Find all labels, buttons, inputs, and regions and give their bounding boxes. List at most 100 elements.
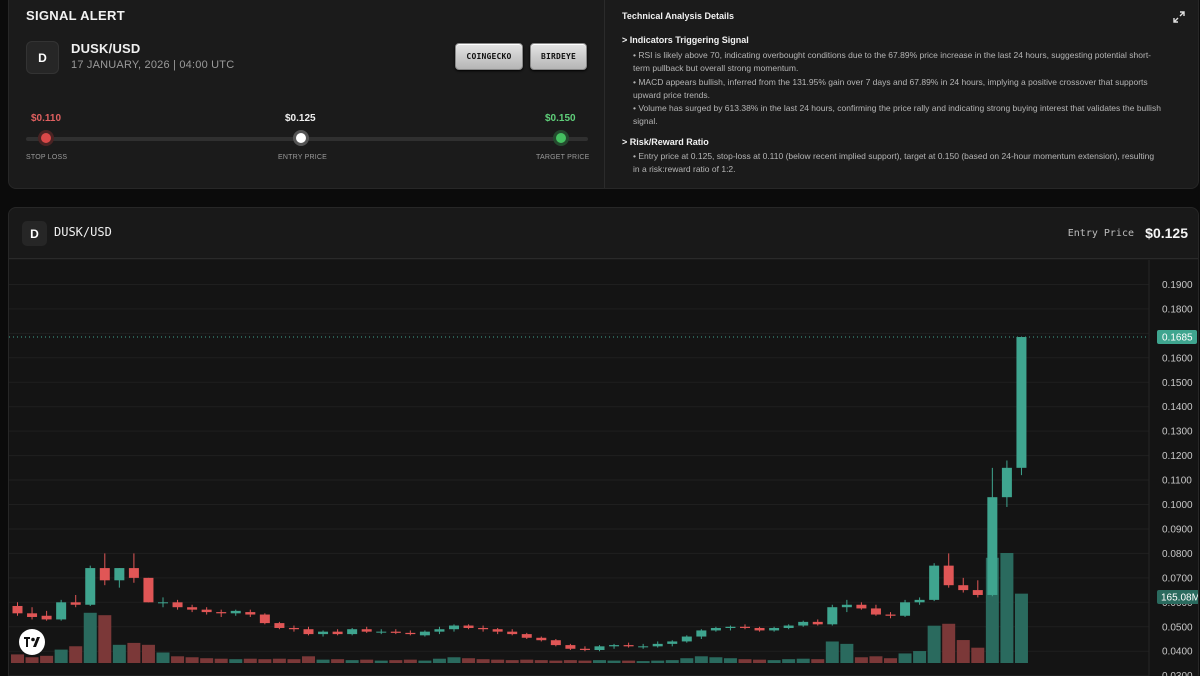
stop-loss-marker (38, 130, 54, 146)
analysis-bullet: • MACD appears bullish, inferred from th… (633, 77, 1148, 100)
volume-bar (913, 651, 927, 663)
volume-bar (98, 615, 112, 663)
y-tick-label: 0.0900 (1162, 524, 1193, 535)
entry-price-label: ENTRY PRICE (278, 154, 328, 161)
candle-body (579, 648, 590, 650)
candle-body (449, 625, 459, 630)
volume-bar (432, 658, 446, 663)
y-tick-label: 0.0500 (1162, 622, 1193, 633)
candle-body (99, 568, 110, 581)
volume-bar (25, 657, 39, 663)
candle-body (478, 627, 489, 630)
volume-bar (127, 642, 141, 663)
volume-bar (112, 644, 126, 663)
volume-bar (680, 658, 694, 663)
candle-body (70, 602, 81, 605)
token-avatar: D (26, 41, 59, 74)
candle-body (769, 627, 780, 631)
y-tick-label: 0.0300 (1162, 671, 1193, 676)
candle-body (216, 612, 227, 614)
analysis-title: Technical Analysis Details (622, 11, 735, 21)
volume-bar (825, 641, 839, 663)
volume-bar (927, 625, 941, 663)
volume-bar (316, 659, 330, 663)
token-pair: DUSK/USD (71, 41, 141, 56)
expand-icon[interactable] (1173, 11, 1185, 23)
volume-bar (738, 659, 752, 663)
candle-body (958, 585, 969, 591)
candle-body (667, 641, 678, 644)
candle-body (609, 645, 620, 647)
price-chart[interactable]: 0.03000.04000.05000.06000.07000.08000.09… (9, 260, 1199, 676)
volume-bar (229, 659, 243, 663)
analysis-bullet: • Volume has surged by 613.38% in the la… (633, 103, 1161, 126)
y-tick-label: 0.0800 (1162, 549, 1193, 560)
candle-body (536, 637, 547, 641)
volume-bar (287, 659, 301, 663)
candle-body (274, 623, 285, 628)
volume-bar (651, 660, 665, 663)
y-tick-label: 0.1600 (1162, 353, 1193, 364)
volume-bar (1000, 553, 1014, 663)
chart-header: D DUSK/USD Entry Price $0.125 (9, 208, 1198, 259)
y-tick-label: 0.1500 (1162, 378, 1193, 389)
signal-summary: SIGNAL ALERT D DUSK/USD 17 JANUARY, 2026… (9, 0, 604, 188)
candle-body (594, 646, 605, 650)
candle-body (332, 631, 343, 635)
y-tick-label: 0.1200 (1162, 451, 1193, 462)
indicators-heading: > Indicators Triggering Signal (622, 35, 749, 45)
volume-bar (374, 660, 388, 663)
volume-bar (520, 659, 534, 663)
y-tick-label: 0.1100 (1162, 476, 1192, 487)
candle-body (550, 640, 561, 646)
candle-body (972, 590, 983, 595)
candle-body (914, 599, 925, 603)
candle-body (798, 621, 809, 626)
volume-bar (418, 660, 432, 663)
volume-bar (200, 658, 214, 663)
technical-analysis: Technical Analysis Details > Indicators … (604, 0, 1198, 188)
candle-body (405, 632, 416, 635)
candle-body (347, 629, 358, 635)
candle-body (27, 613, 38, 617)
candle-body (521, 634, 532, 638)
candlestick-chart[interactable]: 0.03000.04000.05000.06000.07000.08000.09… (9, 260, 1199, 676)
volume-bar (782, 659, 796, 663)
volume-bar (811, 659, 825, 663)
candle-body (623, 645, 634, 647)
volume-bar (389, 660, 403, 663)
candle-body (812, 621, 823, 625)
volume-bar (636, 661, 650, 663)
candle-body (943, 565, 954, 586)
candle-body (12, 605, 23, 614)
coingecko-button[interactable]: COINGECKO (455, 43, 523, 70)
candle-body (1016, 337, 1027, 468)
chart-token-avatar: D (22, 221, 47, 246)
entry-price-marker (293, 130, 309, 146)
volume-bar (345, 660, 359, 663)
candle-body (681, 636, 692, 642)
volume-bar (840, 643, 854, 663)
candle-body (856, 604, 867, 609)
birdeye-button[interactable]: BIRDEYE (530, 43, 587, 70)
volume-bar (171, 656, 185, 663)
volume-bar (243, 658, 257, 663)
candle-body (158, 602, 168, 604)
candle-body (419, 631, 430, 636)
volume-bar (956, 640, 970, 663)
y-tick-label: 0.1000 (1162, 500, 1193, 511)
volume-bar (534, 660, 548, 663)
analysis-bullet: • RSI is likely above 70, indicating ove… (633, 50, 1152, 73)
volume-bar (709, 657, 723, 663)
volume-bar (549, 660, 563, 663)
candle-body (245, 612, 256, 615)
candle-body (885, 614, 896, 616)
candle-body (172, 602, 183, 608)
volume-bar (258, 659, 272, 663)
volume-bar (185, 657, 199, 663)
candle-body (652, 643, 663, 647)
tradingview-logo-icon[interactable] (19, 629, 45, 655)
volume-bar (403, 659, 417, 663)
volume-bar (476, 659, 490, 663)
candle-body (929, 565, 940, 600)
